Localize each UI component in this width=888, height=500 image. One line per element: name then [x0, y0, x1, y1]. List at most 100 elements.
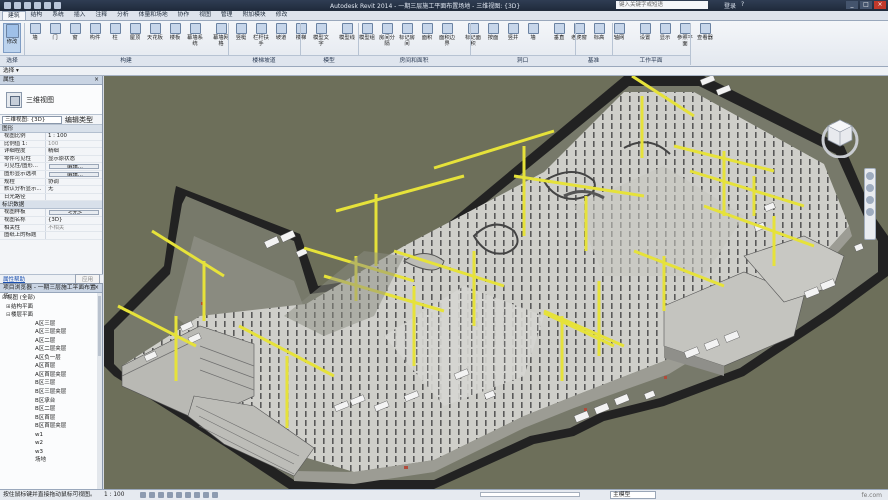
- ribbon-button-10[interactable]: 竖梃: [232, 23, 250, 41]
- tree-node[interactable]: A区三层夹层: [0, 328, 102, 337]
- tree-node[interactable]: A区首层: [0, 362, 102, 371]
- property-group[interactable]: 标识数据: [0, 201, 102, 210]
- 3d-viewport[interactable]: [104, 76, 888, 489]
- modify-button[interactable]: 修改: [3, 23, 21, 53]
- ribbon-button-19[interactable]: 面积: [418, 23, 436, 41]
- tab-4[interactable]: 注释: [90, 11, 112, 20]
- tree-node[interactable]: A区首层夹层: [0, 371, 102, 380]
- tab-10[interactable]: 附加模块: [237, 11, 270, 20]
- ribbon-button-20[interactable]: 面积边界: [438, 23, 456, 47]
- ribbon-button-13[interactable]: 楼梯: [292, 23, 310, 41]
- reveal-hidden-icon[interactable]: [212, 492, 218, 498]
- tree-node[interactable]: 场地: [0, 456, 102, 465]
- visual-style-icon[interactable]: [149, 492, 155, 498]
- lock-view-icon[interactable]: [194, 492, 200, 498]
- zoom-icon[interactable]: [866, 184, 874, 192]
- crop-icon[interactable]: [176, 492, 182, 498]
- ribbon-button-15[interactable]: 模型线: [338, 23, 356, 41]
- redo-icon[interactable]: [44, 2, 51, 9]
- tab-5[interactable]: 分析: [112, 11, 134, 20]
- ribbon-button-3[interactable]: 构件: [86, 23, 104, 41]
- tree-node[interactable]: B区首层: [0, 414, 102, 423]
- show-crop-icon[interactable]: [185, 492, 191, 498]
- edit-type-button[interactable]: 编辑类型: [65, 115, 93, 125]
- maximize-button[interactable]: □: [860, 1, 872, 9]
- tree-node[interactable]: w3: [0, 448, 102, 457]
- minimize-button[interactable]: _: [846, 1, 858, 9]
- ribbon-button-21[interactable]: 标记面积: [464, 23, 482, 47]
- ribbon-button-18[interactable]: 标记房间: [398, 23, 416, 47]
- ribbon-button-11[interactable]: 栏杆扶手: [252, 23, 270, 47]
- tab-0[interactable]: 建筑: [2, 11, 26, 20]
- select-dropdown[interactable]: 选择 ▾: [3, 68, 19, 74]
- tree-node[interactable]: A区二层: [0, 337, 102, 346]
- tab-9[interactable]: 管理: [216, 11, 238, 20]
- hide-isolate-icon[interactable]: [203, 492, 209, 498]
- ribbon-button-8[interactable]: 幕墙系统: [186, 23, 204, 47]
- tab-3[interactable]: 插入: [69, 11, 91, 20]
- ribbon-button-17[interactable]: 房间分隔: [378, 23, 396, 47]
- ribbon-button-26[interactable]: 老虎窗: [570, 23, 588, 41]
- property-edit-button[interactable]: <无>: [49, 210, 99, 215]
- view-instance-dropdown[interactable]: 三维视图: {3D}: [2, 115, 62, 124]
- tab-7[interactable]: 协作: [173, 11, 195, 20]
- tab-6[interactable]: 体量和场地: [134, 11, 173, 20]
- revit-logo-icon[interactable]: [4, 2, 11, 9]
- ribbon-button-0[interactable]: 墙: [26, 23, 44, 41]
- quick-access-toolbar[interactable]: [0, 2, 61, 9]
- print-icon[interactable]: [54, 2, 61, 9]
- tab-1[interactable]: 结构: [26, 11, 48, 20]
- property-value[interactable]: 协调: [46, 179, 102, 186]
- property-value[interactable]: 1 : 100: [46, 133, 102, 140]
- property-value[interactable]: 100: [46, 141, 102, 148]
- view-scale[interactable]: 1 : 100: [104, 490, 134, 500]
- tab-11[interactable]: 修改: [271, 11, 293, 20]
- property-group[interactable]: 图形: [0, 125, 102, 133]
- ribbon-button-24[interactable]: 墙: [524, 23, 542, 41]
- undo-icon[interactable]: [34, 2, 41, 9]
- ribbon-button-12[interactable]: 坡道: [272, 23, 290, 41]
- ribbon-button-32[interactable]: 查看器: [696, 23, 714, 41]
- login-link[interactable]: 登录: [724, 1, 736, 10]
- close-icon[interactable]: ×: [94, 76, 99, 85]
- tree-node[interactable]: B区三层夹层: [0, 388, 102, 397]
- property-value[interactable]: [46, 194, 102, 201]
- tree-node[interactable]: A区负一层: [0, 354, 102, 363]
- help-icon[interactable]: ?: [741, 1, 744, 10]
- ribbon-button-23[interactable]: 竖井: [504, 23, 522, 41]
- property-edit-button[interactable]: 编辑...: [49, 164, 99, 169]
- horizontal-scrollbar[interactable]: [480, 492, 580, 497]
- ribbon-button-2[interactable]: 窗: [66, 23, 84, 41]
- save-icon[interactable]: [24, 2, 31, 9]
- property-value[interactable]: {3D}: [46, 217, 102, 224]
- ribbon-button-25[interactable]: 垂直: [550, 23, 568, 41]
- close-button[interactable]: ×: [874, 1, 886, 9]
- property-value[interactable]: 不相关: [46, 225, 102, 232]
- tree-node[interactable]: A区三层: [0, 320, 102, 329]
- property-value[interactable]: 无: [46, 186, 102, 193]
- ribbon-button-16[interactable]: 模型组: [358, 23, 376, 41]
- tab-8[interactable]: 视图: [194, 11, 216, 20]
- orbit-icon[interactable]: [866, 208, 874, 216]
- tree-node[interactable]: ⊟楼层平面: [0, 311, 102, 320]
- search-input[interactable]: 键入关键字或短语: [616, 1, 708, 9]
- properties-help-link[interactable]: 属性帮助: [3, 275, 25, 283]
- close-icon[interactable]: ×: [94, 284, 99, 293]
- tab-2[interactable]: 系统: [47, 11, 69, 20]
- ribbon-button-5[interactable]: 屋顶: [126, 23, 144, 41]
- navigation-bar[interactable]: [864, 168, 876, 240]
- sun-path-icon[interactable]: [158, 492, 164, 498]
- tree-node[interactable]: A区二层夹层: [0, 345, 102, 354]
- tree-node[interactable]: B区二层: [0, 405, 102, 414]
- steering-wheel-icon[interactable]: [866, 172, 874, 180]
- ribbon-button-6[interactable]: 天花板: [146, 23, 164, 41]
- view-cube[interactable]: [818, 114, 862, 158]
- property-value[interactable]: [46, 232, 102, 239]
- ribbon-button-27[interactable]: 标高: [590, 23, 608, 41]
- property-edit-button[interactable]: 编辑...: [49, 171, 99, 177]
- ribbon-button-29[interactable]: 设置: [636, 23, 654, 41]
- model-selector[interactable]: 主模型: [610, 491, 656, 499]
- shadows-icon[interactable]: [167, 492, 173, 498]
- ribbon-button-7[interactable]: 楼板: [166, 23, 184, 41]
- tree-node[interactable]: B区承台: [0, 397, 102, 406]
